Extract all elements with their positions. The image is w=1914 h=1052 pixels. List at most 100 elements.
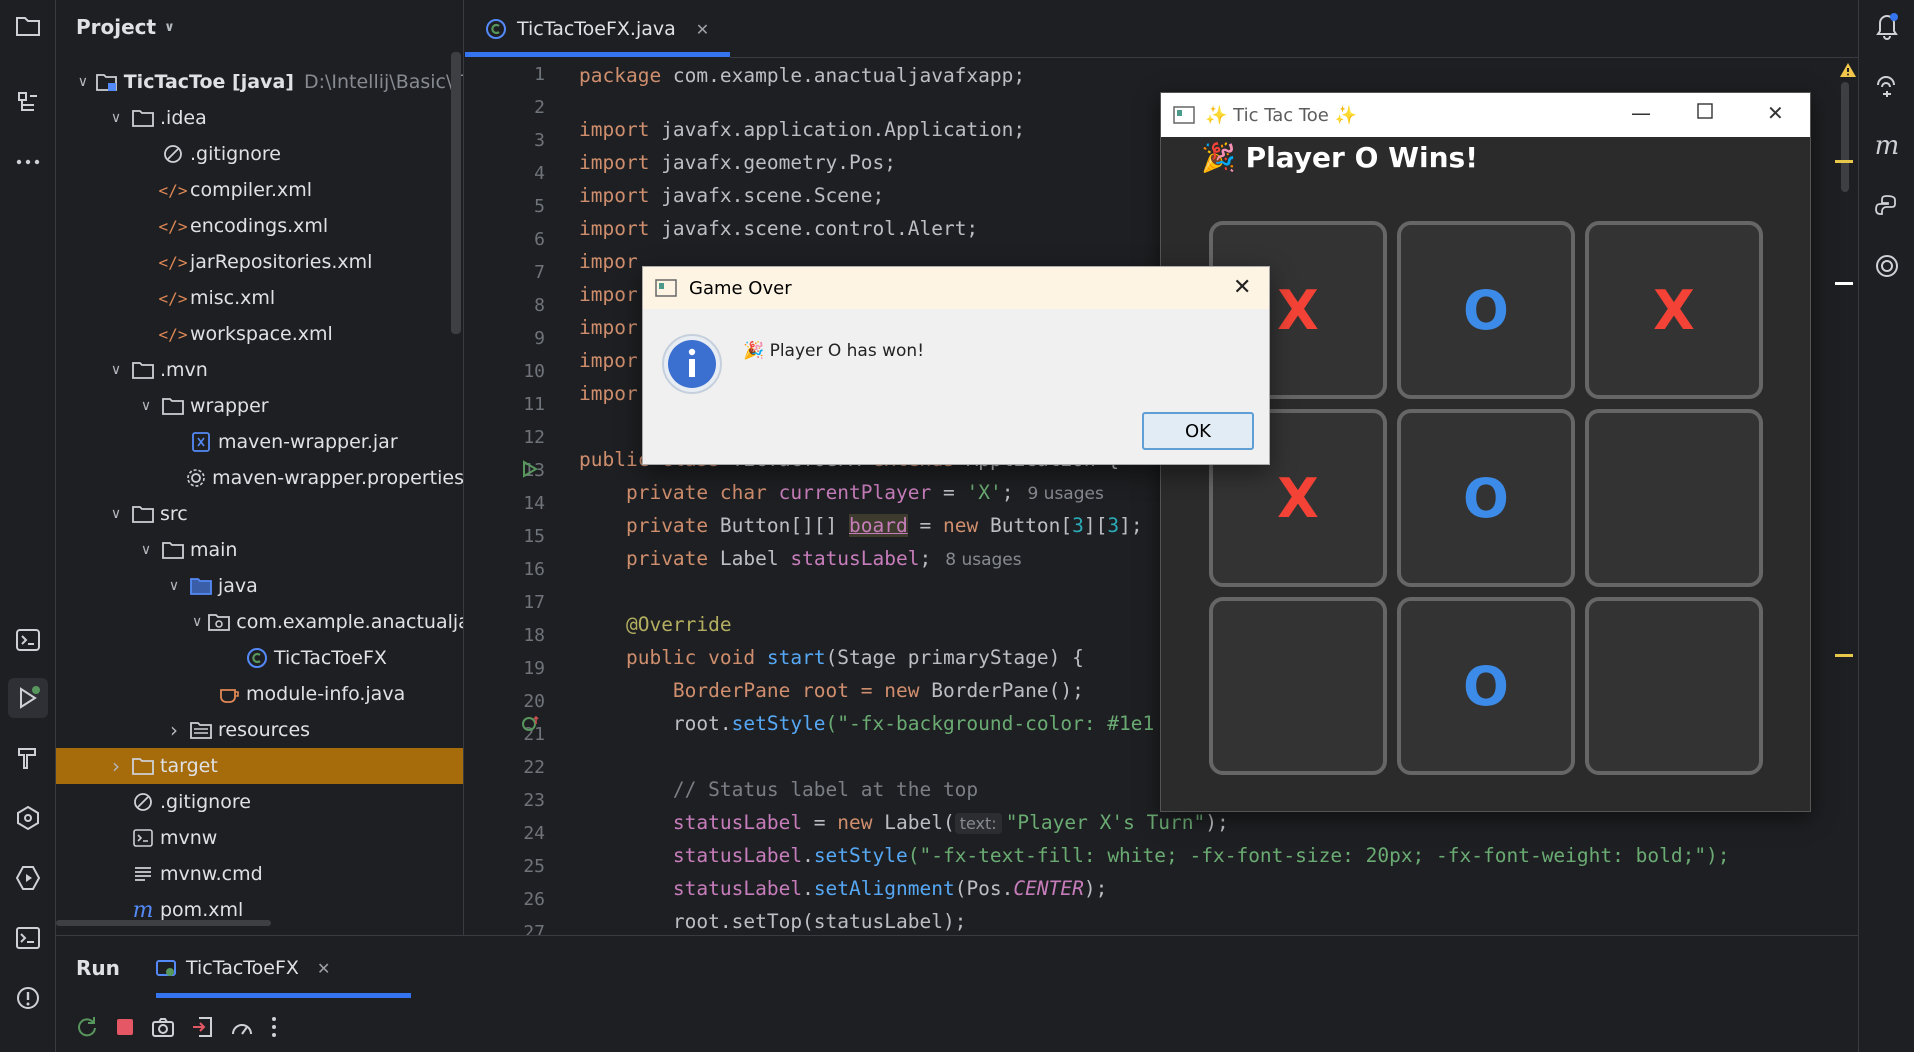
code-field: currentPlayer — [778, 481, 932, 504]
board-cell[interactable]: O — [1397, 221, 1575, 399]
game-over-dialog[interactable]: Game Over ✕ 🎉 Player O has won! OK — [642, 266, 1270, 465]
terminal-icon[interactable] — [8, 918, 48, 958]
code-keyword: import — [579, 151, 650, 174]
notifications-bell-icon[interactable] — [1867, 6, 1907, 46]
close-tab-icon[interactable]: ✕ — [696, 20, 709, 39]
tree-item[interactable]: module-info.java — [56, 676, 463, 712]
profiler-icon[interactable] — [230, 1016, 254, 1038]
stop-icon[interactable] — [115, 1017, 135, 1037]
tree-item[interactable]: </> workspace.xml — [56, 316, 463, 352]
minimize-icon[interactable]: — — [1631, 101, 1651, 125]
ai-assistant-icon[interactable] — [1867, 66, 1907, 106]
tree-item[interactable]: › resources — [56, 712, 463, 748]
override-gutter-icon[interactable] — [521, 714, 541, 734]
usages-hint[interactable]: 8 usages — [945, 550, 1021, 570]
chevron-down-icon[interactable]: ∨ — [136, 542, 156, 558]
tree-item[interactable]: </> jarRepositories.xml — [56, 244, 463, 280]
code-string: ("-fx-text-fill: white; -fx-font-size: 2… — [907, 844, 1730, 867]
project-folder-icon[interactable] — [8, 6, 48, 46]
tree-item-label: module-info.java — [246, 683, 406, 705]
code-text: ][ — [1083, 514, 1108, 537]
chevron-down-icon[interactable]: ∨ — [106, 362, 126, 378]
xml-file-icon: </> — [158, 324, 188, 344]
dialog-titlebar[interactable]: Game Over ✕ — [643, 267, 1269, 309]
tree-item[interactable]: </> misc.xml — [56, 280, 463, 316]
tree-item[interactable]: ∨ java — [56, 568, 463, 604]
chevron-right-icon[interactable]: › — [106, 754, 126, 778]
python-console-icon[interactable] — [1867, 186, 1907, 226]
ok-button[interactable]: OK — [1142, 412, 1254, 450]
debug-play-icon[interactable] — [8, 858, 48, 898]
line-number: 18 — [523, 625, 545, 646]
tree-item[interactable]: ∨ .mvn — [56, 352, 463, 388]
tree-item[interactable]: ∨ wrapper — [56, 388, 463, 424]
tree-item[interactable]: </> compiler.xml — [56, 172, 463, 208]
board-cell[interactable] — [1209, 597, 1387, 775]
usages-hint[interactable]: 9 usages — [1027, 484, 1103, 504]
run-tool-icon[interactable] — [8, 678, 48, 718]
problems-icon[interactable] — [8, 978, 48, 1018]
more-tools-icon[interactable] — [8, 142, 48, 182]
tree-item-label: mvnw — [160, 827, 218, 849]
tree-item[interactable]: .gitignore — [56, 136, 463, 172]
more-options-icon[interactable] — [271, 1016, 277, 1038]
build-hammer-icon[interactable] — [8, 738, 48, 778]
rerun-icon[interactable] — [76, 1016, 98, 1038]
camera-icon[interactable] — [152, 1017, 174, 1037]
line-number: 25 — [523, 856, 545, 877]
tree-item[interactable]: .gitignore — [56, 784, 463, 820]
editor-scrollbar[interactable] — [1835, 58, 1857, 935]
tree-item[interactable]: TicTacToeFX — [56, 640, 463, 676]
tree-item[interactable]: maven-wrapper.jar — [56, 424, 463, 460]
project-tree-scrollbar[interactable] — [451, 52, 461, 334]
close-icon[interactable]: ✕ — [1233, 275, 1251, 300]
run-tab-tictactoefx[interactable]: TicTacToeFX ✕ — [156, 948, 330, 988]
editor-scroll-thumb[interactable] — [1841, 82, 1849, 192]
board-cell[interactable] — [1585, 597, 1763, 775]
close-tab-icon[interactable]: ✕ — [317, 959, 330, 978]
scroll-marker[interactable] — [1835, 282, 1853, 285]
tictactoe-titlebar[interactable]: ✨ Tic Tac Toe ✨ — ✕ — [1161, 93, 1810, 137]
tree-item[interactable]: mvnw — [56, 820, 463, 856]
tree-item[interactable]: ∨ main — [56, 532, 463, 568]
tree-item[interactable]: › target — [56, 748, 463, 784]
warning-icon[interactable] — [1839, 62, 1857, 78]
code-text: ); — [1083, 877, 1108, 900]
board-cell[interactable] — [1585, 409, 1763, 587]
code-keyword: private — [625, 547, 709, 570]
copilot-icon[interactable] — [1867, 246, 1907, 286]
scroll-warning-marker[interactable] — [1835, 160, 1853, 163]
board-cell[interactable]: X — [1585, 221, 1763, 399]
chevron-right-icon[interactable]: › — [164, 718, 184, 742]
project-tree-hscrollbar[interactable] — [56, 920, 271, 926]
chevron-down-icon[interactable]: ∨ — [136, 398, 156, 414]
maximize-icon[interactable] — [1697, 103, 1713, 119]
close-icon[interactable]: ✕ — [1767, 101, 1784, 125]
scroll-warning-marker[interactable] — [1835, 654, 1853, 657]
exit-icon[interactable] — [191, 1016, 213, 1038]
editor-tab-tictactoefx[interactable]: TicTacToeFX.java ✕ — [465, 0, 730, 58]
chevron-down-icon[interactable]: ∨ — [106, 506, 126, 522]
board-cell[interactable]: O — [1397, 597, 1575, 775]
tree-item[interactable]: ∨ .idea — [56, 100, 463, 136]
tree-item[interactable]: </> encodings.xml — [56, 208, 463, 244]
structure-icon[interactable] — [8, 82, 48, 122]
chevron-down-icon[interactable]: ∨ — [192, 614, 202, 630]
project-view-selector[interactable]: Project ∨ — [76, 12, 175, 42]
code-text: root.setTop(statusLabel); — [672, 910, 967, 933]
chevron-down-icon[interactable]: ∨ — [76, 74, 90, 90]
tree-item[interactable]: ∨ TicTacToe [java] D:\Intellij\Basic\T — [56, 64, 463, 100]
maven-icon[interactable]: m — [1867, 126, 1907, 166]
run-gutter-icon[interactable] — [521, 460, 539, 478]
code-field: board — [849, 514, 908, 537]
chevron-down-icon[interactable]: ∨ — [106, 110, 126, 126]
tree-item[interactable]: mvnw.cmd — [56, 856, 463, 892]
tree-item-label: .gitignore — [190, 143, 281, 165]
board-cell[interactable]: O — [1397, 409, 1575, 587]
tree-item[interactable]: ∨ src — [56, 496, 463, 532]
tree-item[interactable]: maven-wrapper.properties — [56, 460, 463, 496]
services-icon[interactable] — [8, 798, 48, 838]
tree-item[interactable]: ∨ com.example.anactualja — [56, 604, 463, 640]
chevron-down-icon[interactable]: ∨ — [164, 578, 184, 594]
terminal-plugin-icon[interactable] — [8, 620, 48, 660]
